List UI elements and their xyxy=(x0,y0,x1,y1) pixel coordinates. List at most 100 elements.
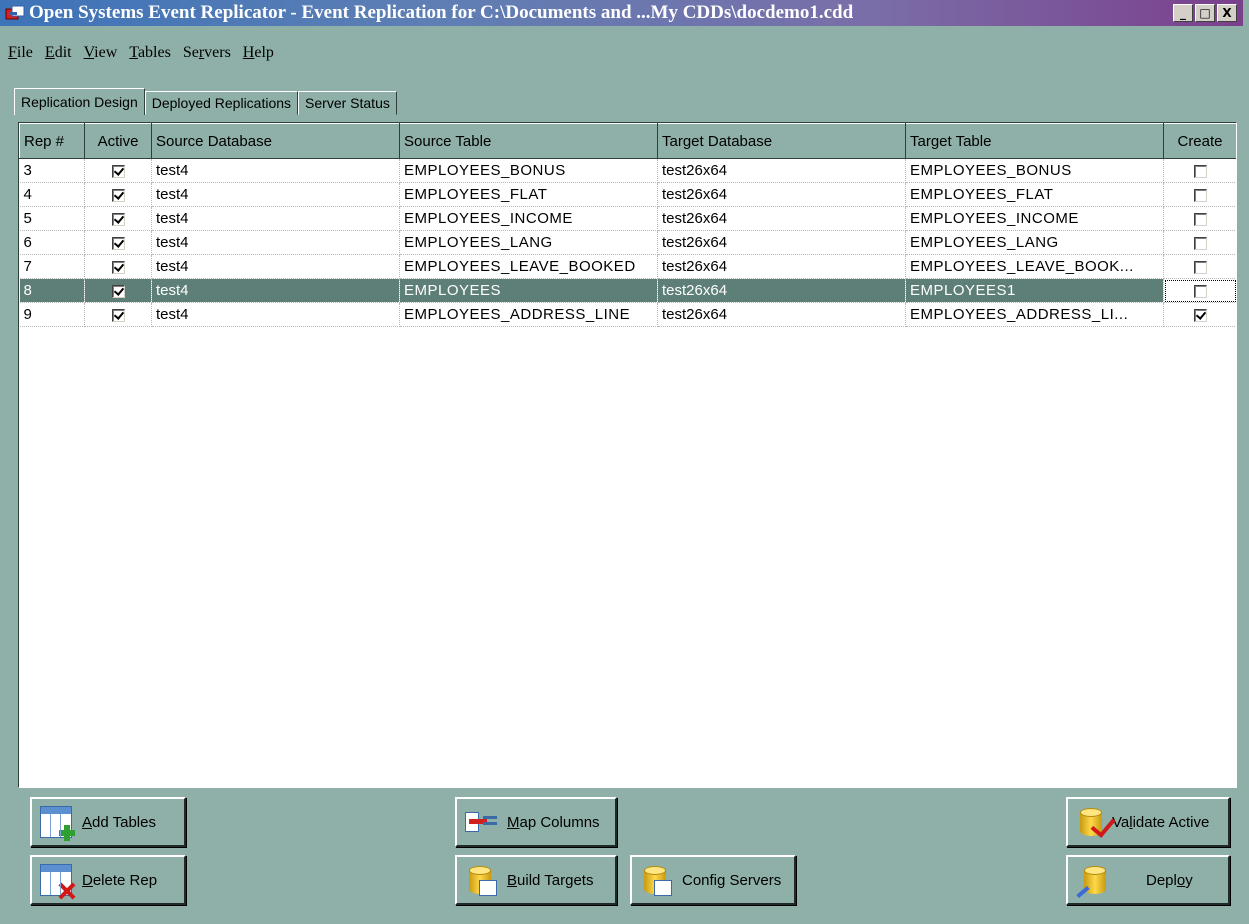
active-checkbox-cell[interactable] xyxy=(84,302,152,327)
validate-active-button[interactable]: Validate Active xyxy=(1066,797,1230,847)
source-database-cell[interactable]: test4 xyxy=(151,182,400,207)
deploy-database-icon xyxy=(1076,864,1108,899)
source-database-cell[interactable]: test4 xyxy=(151,206,400,231)
target-database-cell[interactable]: test26x64 xyxy=(657,182,906,207)
table-row[interactable]: 4 test4 EMPLOYEES_FLAT test26x64 EMPLOYEES_F… xyxy=(19,182,1236,207)
title-bar[interactable]: Open Systems Event Replicator - Event Re… xyxy=(0,0,1243,26)
menu-file[interactable]: File xyxy=(4,44,41,62)
menu-help[interactable]: Help xyxy=(239,44,282,62)
table-row[interactable]: 5 test4 EMPLOYEES_INCOME test26x64 EMPLOYEES… xyxy=(19,206,1236,231)
table-row[interactable]: 6 test4 EMPLOYEES_LANG test26x64 EMPLOYEES_L… xyxy=(19,230,1236,255)
target-table-cell[interactable]: EMPLOYEES1 xyxy=(905,278,1164,303)
source-table-cell[interactable]: EMPLOYEES_INCOME xyxy=(399,206,658,231)
create-checkbox-cell[interactable] xyxy=(1163,206,1236,231)
delete-rep-button[interactable]: Delete Rep xyxy=(30,855,186,905)
col-header-active[interactable]: Active xyxy=(84,123,152,159)
create-checkbox[interactable] xyxy=(1193,164,1207,178)
source-database-cell[interactable]: test4 xyxy=(151,302,400,327)
create-checkbox[interactable] xyxy=(1193,212,1207,226)
active-checkbox-cell[interactable] xyxy=(84,278,152,303)
target-table-cell[interactable]: EMPLOYEES_INCOME xyxy=(905,206,1164,231)
close-button[interactable]: X xyxy=(1217,4,1237,22)
active-checkbox[interactable] xyxy=(111,284,125,298)
map-columns-button[interactable]: Map Columns xyxy=(455,797,617,847)
rep-number-cell[interactable]: 7 xyxy=(19,254,85,279)
table-row[interactable]: 9 test4 EMPLOYEES_ADDRESS_LINE test26x64 EMP… xyxy=(19,302,1236,327)
active-checkbox[interactable] xyxy=(111,260,125,274)
col-header-create[interactable]: Create xyxy=(1163,123,1236,159)
rep-number-cell[interactable]: 5 xyxy=(19,206,85,231)
target-table-cell[interactable]: EMPLOYEES_FLAT xyxy=(905,182,1164,207)
rep-number-cell[interactable]: 4 xyxy=(19,182,85,207)
maximize-button[interactable]: □ xyxy=(1195,4,1215,22)
active-checkbox-cell[interactable] xyxy=(84,254,152,279)
col-header-rep[interactable]: Rep # xyxy=(19,123,85,159)
create-checkbox-cell[interactable] xyxy=(1163,254,1236,279)
col-header-target-database[interactable]: Target Database xyxy=(657,123,906,159)
active-checkbox[interactable] xyxy=(111,188,125,202)
config-servers-button[interactable]: Config Servers xyxy=(630,855,796,905)
source-table-cell[interactable]: EMPLOYEES_LEAVE_BOOKED xyxy=(399,254,658,279)
table-row[interactable]: 8 test4 EMPLOYEES test26x64 EMPLOYEES1 xyxy=(19,278,1236,303)
create-checkbox[interactable] xyxy=(1193,188,1207,202)
tab-server-status[interactable]: Server Status xyxy=(298,91,397,115)
create-checkbox[interactable] xyxy=(1193,308,1207,322)
source-database-cell[interactable]: test4 xyxy=(151,230,400,255)
create-checkbox-cell[interactable] xyxy=(1163,182,1236,207)
rep-number-cell[interactable]: 8 xyxy=(19,278,85,303)
target-database-cell[interactable]: test26x64 xyxy=(657,158,906,183)
active-checkbox[interactable] xyxy=(111,164,125,178)
menu-edit[interactable]: Edit xyxy=(41,44,80,62)
active-checkbox-cell[interactable] xyxy=(84,230,152,255)
menu-view[interactable]: View xyxy=(80,44,126,62)
source-table-cell[interactable]: EMPLOYEES xyxy=(399,278,658,303)
menu-servers[interactable]: Servers xyxy=(179,44,239,62)
target-table-cell[interactable]: EMPLOYEES_ADDRESS_LI... xyxy=(905,302,1164,327)
target-database-cell[interactable]: test26x64 xyxy=(657,302,906,327)
table-row[interactable]: 3 test4 EMPLOYEES_BONUS test26x64 EMPLOYEES_… xyxy=(19,158,1236,183)
tab-replication-design[interactable]: Replication Design xyxy=(14,88,145,115)
rep-number-cell[interactable]: 6 xyxy=(19,230,85,255)
build-targets-button[interactable]: Build Targets xyxy=(455,855,617,905)
create-checkbox[interactable] xyxy=(1193,236,1207,250)
active-checkbox[interactable] xyxy=(111,308,125,322)
replication-grid[interactable]: Rep # Active Source Database Source Tabl… xyxy=(18,122,1237,788)
table-row[interactable]: 7 test4 EMPLOYEES_LEAVE_BOOKED test26x64 EMP… xyxy=(19,254,1236,279)
target-database-cell[interactable]: test26x64 xyxy=(657,206,906,231)
target-table-cell[interactable]: EMPLOYEES_LANG xyxy=(905,230,1164,255)
tab-deployed-replications[interactable]: Deployed Replications xyxy=(144,91,299,115)
col-header-source-table[interactable]: Source Table xyxy=(399,123,658,159)
create-checkbox-cell[interactable] xyxy=(1163,302,1236,327)
menu-tables[interactable]: Tables xyxy=(125,44,179,62)
source-database-cell[interactable]: test4 xyxy=(151,158,400,183)
menu-tables-mnemonic: T xyxy=(129,44,138,61)
active-checkbox[interactable] xyxy=(111,212,125,226)
create-checkbox-cell[interactable] xyxy=(1163,278,1236,303)
minimize-button[interactable]: _ xyxy=(1173,4,1193,22)
source-database-cell[interactable]: test4 xyxy=(151,278,400,303)
active-checkbox-cell[interactable] xyxy=(84,182,152,207)
add-tables-button[interactable]: Add Tables xyxy=(30,797,186,847)
create-checkbox-cell[interactable] xyxy=(1163,158,1236,183)
source-table-cell[interactable]: EMPLOYEES_FLAT xyxy=(399,182,658,207)
target-database-cell[interactable]: test26x64 xyxy=(657,230,906,255)
col-header-target-table[interactable]: Target Table xyxy=(905,123,1164,159)
create-checkbox[interactable] xyxy=(1193,260,1207,274)
target-database-cell[interactable]: test26x64 xyxy=(657,254,906,279)
deploy-button[interactable]: Deploy xyxy=(1066,855,1230,905)
target-table-cell[interactable]: EMPLOYEES_BONUS xyxy=(905,158,1164,183)
col-header-source-database[interactable]: Source Database xyxy=(151,123,400,159)
source-table-cell[interactable]: EMPLOYEES_LANG xyxy=(399,230,658,255)
active-checkbox-cell[interactable] xyxy=(84,206,152,231)
rep-number-cell[interactable]: 3 xyxy=(19,158,85,183)
active-checkbox[interactable] xyxy=(111,236,125,250)
source-table-cell[interactable]: EMPLOYEES_ADDRESS_LINE xyxy=(399,302,658,327)
rep-number-cell[interactable]: 9 xyxy=(19,302,85,327)
source-database-cell[interactable]: test4 xyxy=(151,254,400,279)
source-table-cell[interactable]: EMPLOYEES_BONUS xyxy=(399,158,658,183)
create-checkbox-cell[interactable] xyxy=(1163,230,1236,255)
active-checkbox-cell[interactable] xyxy=(84,158,152,183)
target-table-cell[interactable]: EMPLOYEES_LEAVE_BOOK... xyxy=(905,254,1164,279)
target-database-cell[interactable]: test26x64 xyxy=(657,278,906,303)
create-checkbox[interactable] xyxy=(1193,284,1207,298)
